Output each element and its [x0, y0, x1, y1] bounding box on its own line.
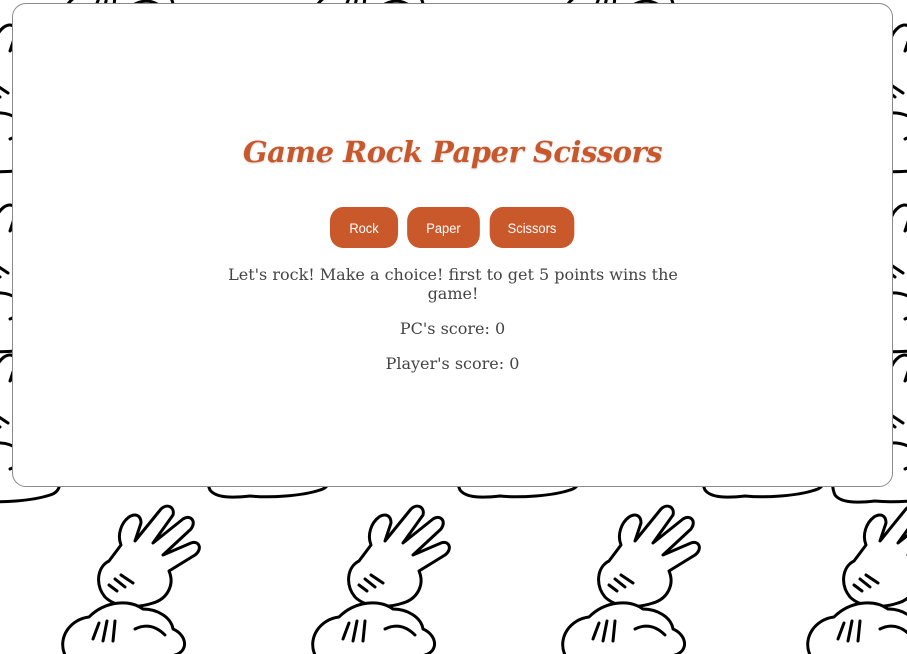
game-card: Game Rock Paper Scissors Rock Paper Scis… [12, 3, 893, 487]
player-score: Player's score: 0 [385, 354, 520, 373]
game-message: Let's rock! Make a choice! first to get … [228, 265, 678, 303]
rock-button[interactable]: Rock [329, 207, 399, 248]
paper-button[interactable]: Paper [407, 207, 480, 248]
pc-score: PC's score: 0 [399, 319, 506, 338]
scissors-button[interactable]: Scissors [489, 207, 575, 248]
game-title: Game Rock Paper Scissors [242, 135, 663, 169]
choice-buttons: Rock Paper Scissors [13, 207, 892, 248]
